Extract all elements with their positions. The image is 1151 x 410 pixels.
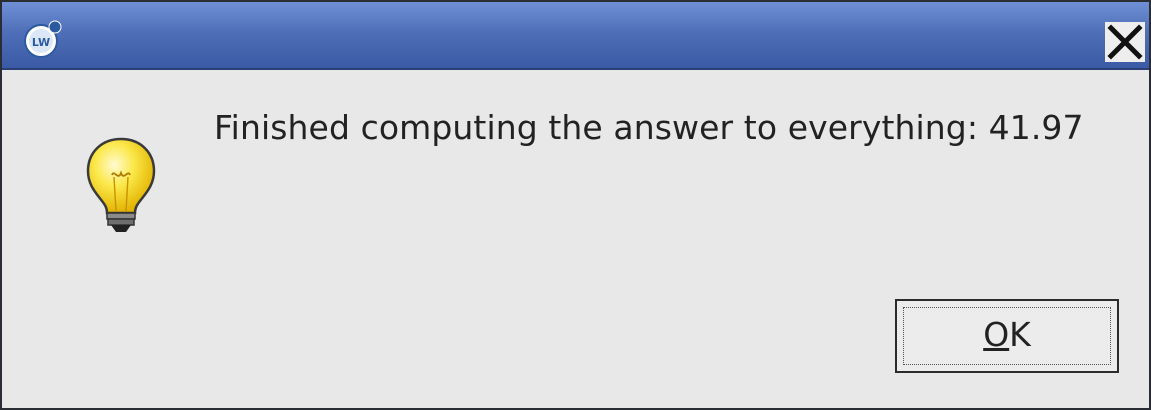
ok-mnemonic: O: [983, 315, 1010, 354]
dialog-message: Finished computing the answer to everyth…: [214, 108, 1084, 147]
title-bar[interactable]: LW: [2, 2, 1149, 70]
ok-button-label: OK: [897, 315, 1117, 354]
ok-button[interactable]: OK: [895, 299, 1119, 373]
lightbulb-icon: [86, 137, 156, 232]
svg-text:LW: LW: [32, 36, 50, 49]
dialog-content: Finished computing the answer to everyth…: [2, 70, 1149, 408]
ok-label-rest: K: [1009, 315, 1031, 354]
lw-app-icon: LW: [24, 20, 62, 58]
close-icon[interactable]: [1105, 22, 1145, 62]
dialog-window: LW Finished computing the answer to ever…: [0, 0, 1151, 410]
